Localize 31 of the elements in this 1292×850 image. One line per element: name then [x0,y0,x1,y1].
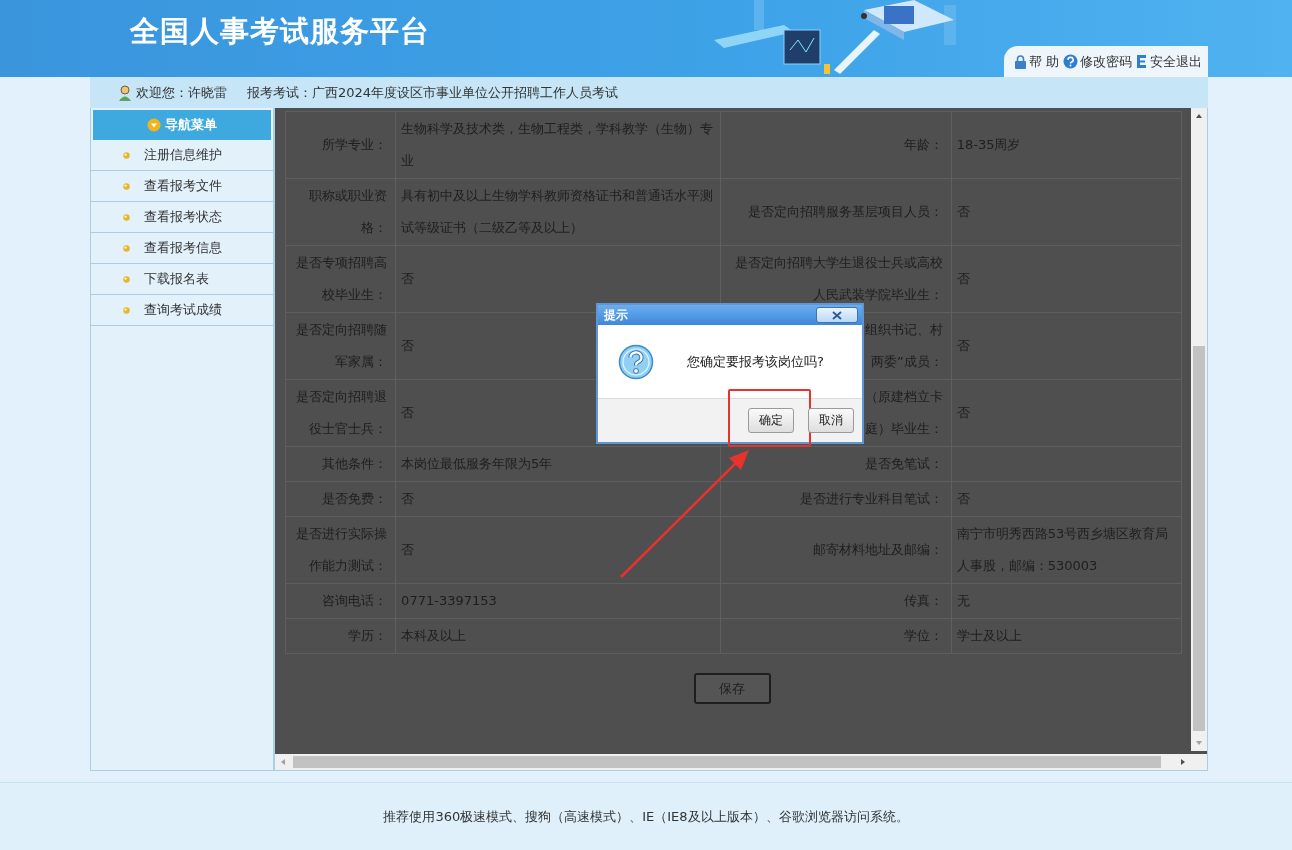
close-button[interactable] [816,307,858,323]
menu-item[interactable]: 查询考试成绩 [91,295,273,326]
sidebar-title: 导航菜单 [93,110,271,140]
dialog-button[interactable]: 取消 [808,408,854,433]
user-icon [118,84,132,101]
menu-item[interactable]: 下载报名表 [91,264,273,295]
header-link[interactable]: 修改密码 [1063,52,1132,71]
lock-icon [1013,54,1027,69]
exam-name: 报考考试：广西2024年度设区市事业单位公开招聘工作人员考试 [247,83,619,102]
header-link[interactable]: 安全退出 [1136,52,1202,71]
bullet-icon [123,151,130,159]
bullet-icon [123,306,130,314]
dialog-message: 您确定要报考该岗位吗? [687,352,824,371]
help-icon [1063,54,1078,69]
dialog-button[interactable]: 确定 [748,408,794,433]
exit-icon [1136,54,1148,69]
welcome-text: 欢迎您：许晓雷 [136,83,227,102]
bullet-icon [123,244,130,252]
menu-item[interactable]: 查看报考文件 [91,171,273,202]
dialog-title: 提示 [604,306,628,324]
header-link[interactable]: 帮 助 [1013,52,1059,71]
menu-item[interactable]: 查看报考状态 [91,202,273,233]
bullet-icon [123,213,130,221]
menu-item[interactable]: 注册信息维护 [91,140,273,171]
dropdown-icon [147,118,161,132]
question-icon [618,343,654,380]
close-icon [832,310,842,320]
bullet-icon [123,275,130,283]
site-title: 全国人事考试服务平台 [130,13,430,50]
menu-item[interactable]: 查看报考信息 [91,233,273,264]
bullet-icon [123,182,130,190]
